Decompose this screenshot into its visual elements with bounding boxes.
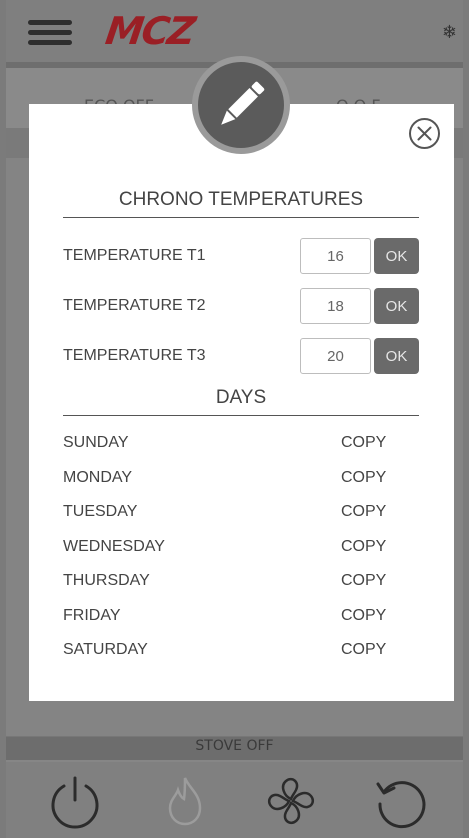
days-title: DAYS	[63, 387, 419, 416]
temperature-t3-input[interactable]	[300, 338, 371, 374]
power-icon[interactable]	[46, 772, 104, 830]
copy-sunday-button[interactable]: COPY	[341, 434, 386, 452]
pencil-icon	[192, 56, 290, 154]
copy-tuesday-button[interactable]: COPY	[341, 503, 386, 521]
day-saturday-label: SATURDAY	[63, 641, 148, 658]
day-thursday-label: THURSDAY	[63, 572, 150, 589]
chrono-temperatures-title: CHRONO TEMPERATURES	[63, 189, 419, 218]
temperature-t1-ok-button[interactable]: OK	[374, 238, 419, 274]
day-monday-label: MONDAY	[63, 469, 133, 486]
temperature-t1-label: TEMPERATURE T1	[63, 247, 206, 264]
copy-saturday-button[interactable]: COPY	[341, 641, 386, 659]
fan-icon[interactable]	[262, 772, 320, 830]
day-friday-label: FRIDAY	[63, 607, 121, 624]
app-header: MCZ ❄	[6, 0, 463, 62]
temperature-t2-input[interactable]	[300, 288, 371, 324]
snowflake-icon[interactable]: ❄	[442, 22, 457, 43]
day-wednesday-label: WEDNESDAY	[63, 538, 165, 555]
day-tuesday-label: TUESDAY	[63, 503, 138, 520]
copy-thursday-button[interactable]: COPY	[341, 572, 386, 590]
brand-logo: MCZ	[102, 9, 197, 53]
hamburger-menu-icon[interactable]	[28, 20, 72, 46]
temperature-t2-ok-button[interactable]: OK	[374, 288, 419, 324]
stove-status-text: STOVE OFF	[195, 738, 274, 754]
flame-icon[interactable]	[156, 772, 214, 830]
temperature-t3-label: TEMPERATURE T3	[63, 347, 206, 364]
temperature-t1-input[interactable]	[300, 238, 371, 274]
temperature-t3-ok-button[interactable]: OK	[374, 338, 419, 374]
copy-wednesday-button[interactable]: COPY	[341, 538, 386, 556]
reset-icon[interactable]	[370, 772, 428, 830]
copy-friday-button[interactable]: COPY	[341, 607, 386, 625]
day-sunday-label: SUNDAY	[63, 434, 129, 451]
close-icon[interactable]	[408, 117, 441, 150]
copy-monday-button[interactable]: COPY	[341, 469, 386, 487]
temperature-t2-label: TEMPERATURE T2	[63, 297, 206, 314]
